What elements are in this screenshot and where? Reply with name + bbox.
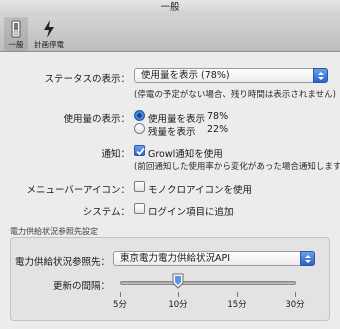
power-source-section-title: 電力供給状況参照先設定 (10, 227, 98, 236)
monochrome-icon-checkbox-label: モノクロアイコンを使用 (148, 185, 253, 196)
slider-tick-label: 10分 (168, 300, 188, 310)
popup-arrows-icon (300, 251, 315, 266)
growl-checkbox[interactable] (134, 145, 145, 156)
usage-display-label: 使用量の表示： (63, 114, 130, 125)
status-display-value: 使用量を表示 (78%) (141, 70, 230, 81)
update-interval-slider-thumb[interactable] (172, 273, 184, 289)
lightning-icon (44, 20, 54, 38)
slider-tick (237, 292, 238, 297)
popup-arrows-icon (313, 68, 328, 83)
monochrome-icon-checkbox[interactable] (134, 181, 145, 192)
status-display-label: ステータスの表示： (44, 74, 130, 85)
slider-tick-label: 5分 (113, 300, 127, 310)
slider-tick-label: 15分 (227, 300, 247, 310)
slider-tick (120, 292, 121, 297)
toolbar-item-planned-outage[interactable]: 計画停電 (32, 17, 66, 51)
checkmark-icon (136, 147, 145, 156)
radio-show-usage-label: 使用量を表示 (148, 114, 206, 125)
preferences-window: 一般 一般 計画停電 ステータスの表示： 使用量を表示 (78%) (停電の予定… (0, 0, 340, 329)
status-display-popup[interactable]: 使用量を表示 (78%) (134, 68, 328, 83)
power-source-value: 東京電力電力供給状況API (120, 253, 231, 264)
growl-checkbox-label: Growl通知を使用 (148, 149, 223, 160)
update-interval-label: 更新の間隔： (52, 281, 110, 292)
notification-label: 通知： (101, 149, 130, 160)
toolbar: 一般 計画停電 (0, 16, 340, 52)
slider-tick (295, 292, 296, 297)
remaining-value: 22% (207, 124, 229, 135)
usage-value: 78% (207, 111, 229, 122)
system-label: システム： (82, 207, 130, 218)
switch-icon (11, 20, 21, 38)
power-source-popup[interactable]: 東京電力電力供給状況API (113, 251, 315, 266)
toolbar-item-label: 一般 (8, 40, 24, 49)
radio-show-remaining-label: 残量を表示 (148, 127, 196, 138)
radio-show-usage[interactable] (134, 110, 145, 121)
slider-tick (178, 292, 179, 297)
menubar-icon-label: メニューバーアイコン： (26, 185, 130, 196)
toolbar-item-general[interactable]: 一般 (4, 17, 28, 51)
toolbar-item-label: 計画停電 (34, 40, 64, 49)
power-source-label: 電力供給状況参照先： (14, 257, 110, 268)
login-item-checkbox-label: ログイン項目に追加 (148, 207, 234, 218)
window-title: 一般 (0, 0, 340, 16)
update-interval-slider-track[interactable] (120, 281, 296, 285)
notification-note: (前回通知した使用率から変化があった場合通知します) (134, 162, 340, 172)
slider-tick-label: 30分 (285, 300, 305, 310)
login-item-checkbox[interactable] (134, 203, 145, 214)
status-display-note: (停電の予定がない場合、残り時間は表示されません) (134, 90, 336, 100)
radio-show-remaining[interactable] (134, 123, 145, 134)
